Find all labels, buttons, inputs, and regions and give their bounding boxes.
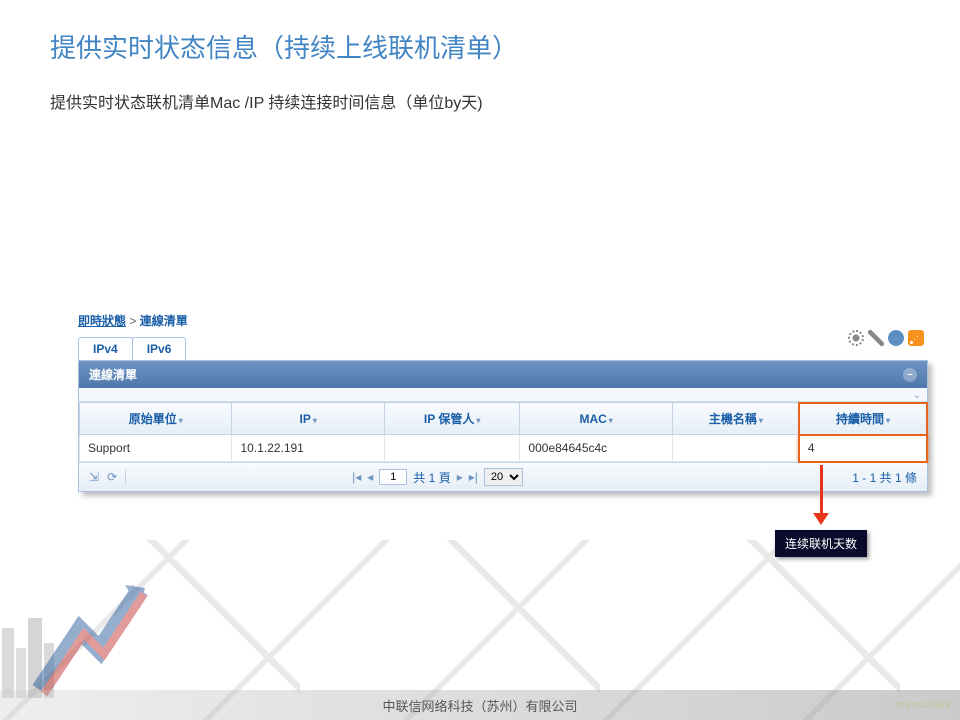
last-page-icon[interactable]: ▸| [469,470,478,484]
page-total-label: 共 1 頁 [413,469,450,486]
page-input[interactable] [379,469,407,485]
panel-title: 連線清單 [89,366,137,383]
col-header-duration[interactable]: 持續時間▾ [799,403,926,435]
breadcrumb-current: 連線清單 [140,314,188,328]
arrow-decoration [30,580,150,700]
chevron-down-icon[interactable]: ⌄ [913,390,921,399]
pager-display: 1 - 1 共 1 條 [852,469,917,486]
page-subtitle: 提供实时状态联机清单Mac /IP 持续连接时间信息（单位by天) [0,65,960,113]
wrench-icon[interactable] [868,330,884,346]
breadcrumb: 即時狀態 > 連線清單 [78,312,928,329]
col-header-hostname[interactable]: 主機名稱▾ [672,403,799,435]
first-page-icon[interactable]: |◂ [352,470,361,484]
rss-icon[interactable] [908,330,924,346]
sort-icon: ▾ [179,416,183,425]
separator [125,470,126,484]
callout-arrow [813,465,829,525]
col-header-org[interactable]: 原始單位▾ [80,403,232,435]
buildings-decoration [0,598,80,698]
col-header-ip[interactable]: IP▾ [232,403,384,435]
gear-icon[interactable] [848,330,864,346]
cell-mac: 000e84645c4c [520,435,672,462]
table-row[interactable]: Support 10.1.22.191 000e84645c4c 4 [80,435,927,462]
cell-hostname [672,435,799,462]
col-header-mac[interactable]: MAC▾ [520,403,672,435]
callout-label: 连续联机天数 [775,530,867,557]
cell-org: Support [80,435,232,462]
sort-icon: ▾ [759,416,763,425]
search-row: ⌄ [79,388,927,402]
sort-icon: ▾ [609,416,613,425]
footer-logo: mercuries [895,699,952,711]
globe-icon[interactable] [888,330,904,346]
prev-page-icon[interactable]: ◂ [367,470,373,484]
footer-company: 中联信网络科技（苏州）有限公司 [382,696,577,715]
page-size-select[interactable]: 20 [484,468,523,486]
export-icon[interactable]: ⇲ [89,470,99,484]
pager: ⇲ ⟳ |◂ ◂ 共 1 頁 ▸ ▸| 20 1 - 1 共 1 條 [79,462,927,491]
collapse-icon[interactable]: – [903,368,917,382]
tab-ipv4[interactable]: IPv4 [78,337,133,360]
page-title: 提供实时状态信息（持续上线联机清单） [0,0,960,65]
sort-icon: ▾ [886,416,890,425]
tab-ipv6[interactable]: IPv6 [132,337,187,360]
breadcrumb-separator: > [129,314,136,328]
sort-icon: ▾ [476,416,480,425]
cell-duration: 4 [799,435,926,462]
refresh-icon[interactable]: ⟳ [107,470,117,484]
cell-custodian [384,435,520,462]
sort-icon: ▾ [313,416,317,425]
cell-ip: 10.1.22.191 [232,435,384,462]
footer: 中联信网络科技（苏州）有限公司 mercuries [0,690,960,720]
next-page-icon[interactable]: ▸ [457,470,463,484]
col-header-custodian[interactable]: IP 保管人▾ [384,403,520,435]
breadcrumb-link-status[interactable]: 即時狀態 [78,314,126,328]
